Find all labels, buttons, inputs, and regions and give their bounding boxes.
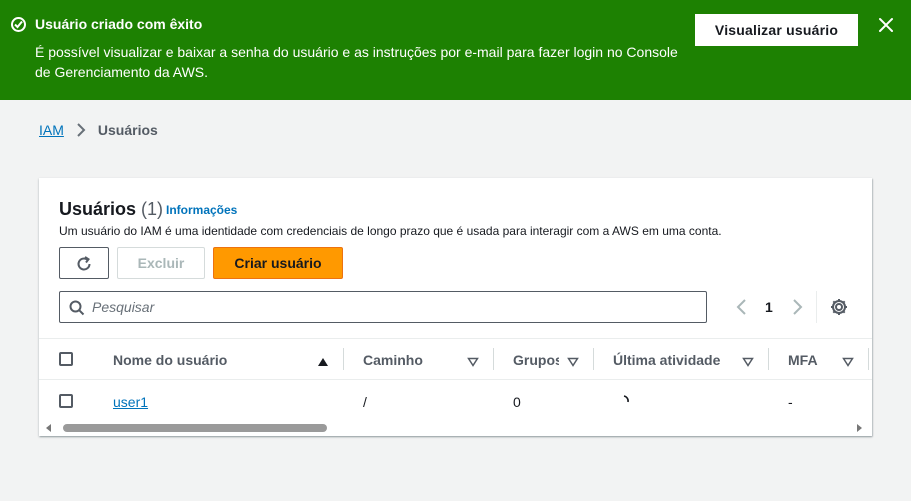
column-header-last-activity[interactable]: Última atividade xyxy=(613,352,720,368)
column-header-groups[interactable]: Grupos xyxy=(513,352,559,368)
page-title: Usuários (1) xyxy=(59,199,163,220)
success-flash-banner: Usuário criado com êxito É possível visu… xyxy=(0,0,911,100)
chevron-right-icon xyxy=(76,123,86,137)
users-panel: Usuários (1) Informações Um usuário do I… xyxy=(39,178,872,436)
column-header-path[interactable]: Caminho xyxy=(363,352,423,368)
pagination-prev-icon[interactable] xyxy=(734,297,750,317)
close-icon[interactable] xyxy=(877,16,895,34)
username-link[interactable]: user1 xyxy=(113,394,148,410)
column-divider[interactable] xyxy=(868,348,869,370)
table-row: user1 / 0 - xyxy=(39,380,872,422)
breadcrumb-iam-link[interactable]: IAM xyxy=(39,122,64,138)
sort-ascending-icon[interactable] xyxy=(317,354,329,366)
column-header-mfa[interactable]: MFA xyxy=(788,352,818,368)
row-checkbox[interactable] xyxy=(59,394,73,408)
sort-icon[interactable] xyxy=(467,354,479,367)
breadcrumb-current: Usuários xyxy=(97,122,158,138)
users-description: Um usuário do IAM é uma identidade com c… xyxy=(59,224,722,238)
search-field[interactable] xyxy=(59,291,707,323)
success-check-icon xyxy=(11,17,26,32)
column-divider[interactable] xyxy=(768,348,769,370)
path-cell: / xyxy=(363,394,367,410)
create-user-button[interactable]: Criar usuário xyxy=(213,247,343,279)
pagination-next-icon[interactable] xyxy=(789,297,805,317)
groups-cell: 0 xyxy=(513,394,521,410)
pagination-divider xyxy=(816,291,817,323)
info-link[interactable]: Informações xyxy=(166,203,237,217)
table-header: Nome do usuário Caminho Grupos Última at… xyxy=(39,338,872,380)
users-count: (1) xyxy=(141,199,164,219)
sort-icon[interactable] xyxy=(742,354,754,367)
flash-title: Usuário criado com êxito xyxy=(35,16,203,32)
users-title: Usuários xyxy=(59,199,137,219)
gear-icon[interactable] xyxy=(829,297,849,317)
refresh-button[interactable] xyxy=(59,247,109,279)
horizontal-scrollbar[interactable] xyxy=(39,421,872,435)
column-divider[interactable] xyxy=(343,348,344,370)
scroll-left-icon[interactable] xyxy=(46,424,51,432)
sort-icon[interactable] xyxy=(842,354,854,367)
scrollbar-thumb[interactable] xyxy=(63,424,327,432)
flash-message: É possível visualizar e baixar a senha d… xyxy=(35,44,678,80)
search-input[interactable] xyxy=(92,292,692,322)
select-all-checkbox[interactable] xyxy=(59,352,73,366)
pagination-current-page[interactable]: 1 xyxy=(765,299,773,315)
view-user-button[interactable]: Visualizar usuário xyxy=(695,14,858,46)
column-divider[interactable] xyxy=(493,348,494,370)
breadcrumb: IAM Usuários xyxy=(39,122,158,138)
scroll-right-icon[interactable] xyxy=(857,424,862,432)
delete-button[interactable]: Excluir xyxy=(117,247,205,279)
sort-icon[interactable] xyxy=(567,354,579,367)
column-divider[interactable] xyxy=(593,348,594,370)
mfa-cell: - xyxy=(788,394,793,410)
loading-spinner-icon xyxy=(623,392,631,408)
column-header-username[interactable]: Nome do usuário xyxy=(113,352,227,368)
